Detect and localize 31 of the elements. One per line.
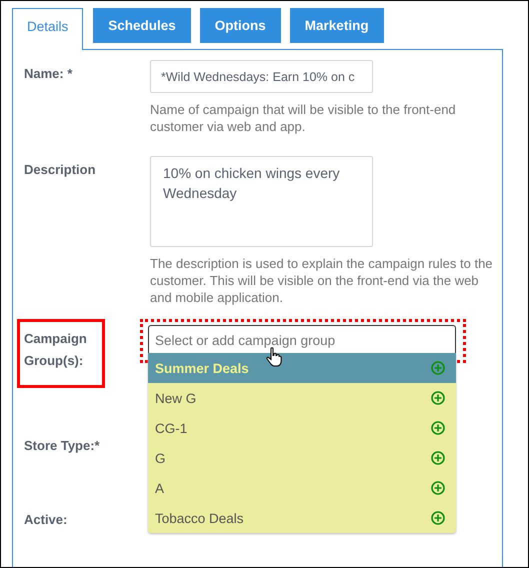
tab[interactable]: Options [200, 8, 281, 43]
dropdown-option[interactable]: CG-1 [148, 413, 456, 443]
tab[interactable]: Details [12, 8, 84, 50]
dropdown-option[interactable]: A [148, 473, 456, 503]
tab[interactable]: Marketing [290, 8, 384, 43]
option-label: A [155, 480, 164, 496]
field-label: Store Type:* [24, 437, 101, 455]
add-icon[interactable] [431, 421, 445, 435]
tab[interactable]: Schedules [93, 8, 191, 43]
dropdown-option[interactable]: New G [148, 383, 456, 413]
option-label: G [155, 450, 166, 466]
hand-cursor-icon [266, 347, 282, 367]
add-icon[interactable] [431, 511, 445, 525]
campaign-group-select[interactable]: Select or add campaign group [148, 325, 456, 356]
dropdown-option[interactable]: Tobacco Deals [148, 503, 456, 533]
add-icon[interactable] [431, 451, 445, 465]
option-label: Tobacco Deals [155, 510, 244, 526]
option-label: Summer Deals [155, 360, 249, 376]
dropdown-option[interactable]: G [148, 443, 456, 473]
description-field[interactable]: 10% on chicken wings every Wednesday [150, 156, 373, 247]
help-text: Name of campaign that will be visible to the front-end customer via web and app. [150, 101, 457, 135]
field-label: Active: [24, 511, 68, 529]
option-label: New G [155, 390, 196, 406]
field-label: Name: * [24, 65, 74, 83]
field-label: Campaign Group(s): [24, 330, 88, 370]
option-label: CG-1 [155, 420, 188, 436]
help-text: The description is used to explain the campaign rules to the customer. This will be visible on the front-end via the web and mobile application. [150, 255, 494, 306]
name-field[interactable]: *Wild Wednesdays: Earn 10% on c [150, 60, 373, 93]
add-icon[interactable] [431, 391, 445, 405]
add-icon[interactable] [431, 481, 445, 495]
field-label: Description [24, 161, 97, 179]
